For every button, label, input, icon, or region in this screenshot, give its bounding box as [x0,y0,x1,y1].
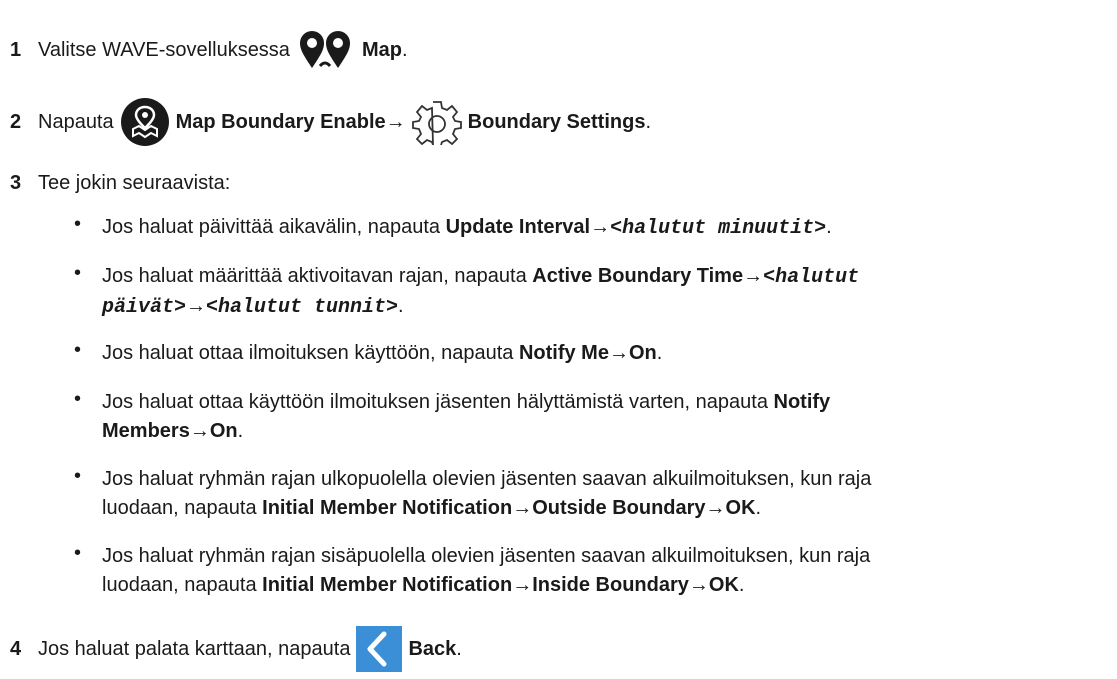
back-chevron-icon [356,626,403,672]
bullet: • [74,388,82,410]
map-boundary-icon [120,97,170,147]
bullet: • [74,339,82,361]
gear-icon [411,99,462,145]
step-text: Tee jokin seuraavista: [38,171,231,194]
back-label: Back [408,637,457,660]
bullet: • [74,262,82,284]
step-text: Valitse WAVE-sovelluksessa [38,38,290,61]
step-number: 1 [10,38,22,61]
step-text: Jos haluat palata karttaan, napauta [38,637,351,660]
bullet: • [74,213,82,235]
map-pins-icon [296,28,356,72]
map-label: Map [361,38,402,61]
step-text: Napauta [38,110,114,133]
bullet: • [74,465,82,487]
step-number: 2 [10,110,22,133]
bullet: • [74,542,82,564]
boundary-settings-label: Boundary Settings [467,110,646,133]
step-number: 3 [10,171,22,194]
step-number: 4 [10,637,22,660]
map-boundary-enable-label: Map Boundary Enable [175,110,386,133]
